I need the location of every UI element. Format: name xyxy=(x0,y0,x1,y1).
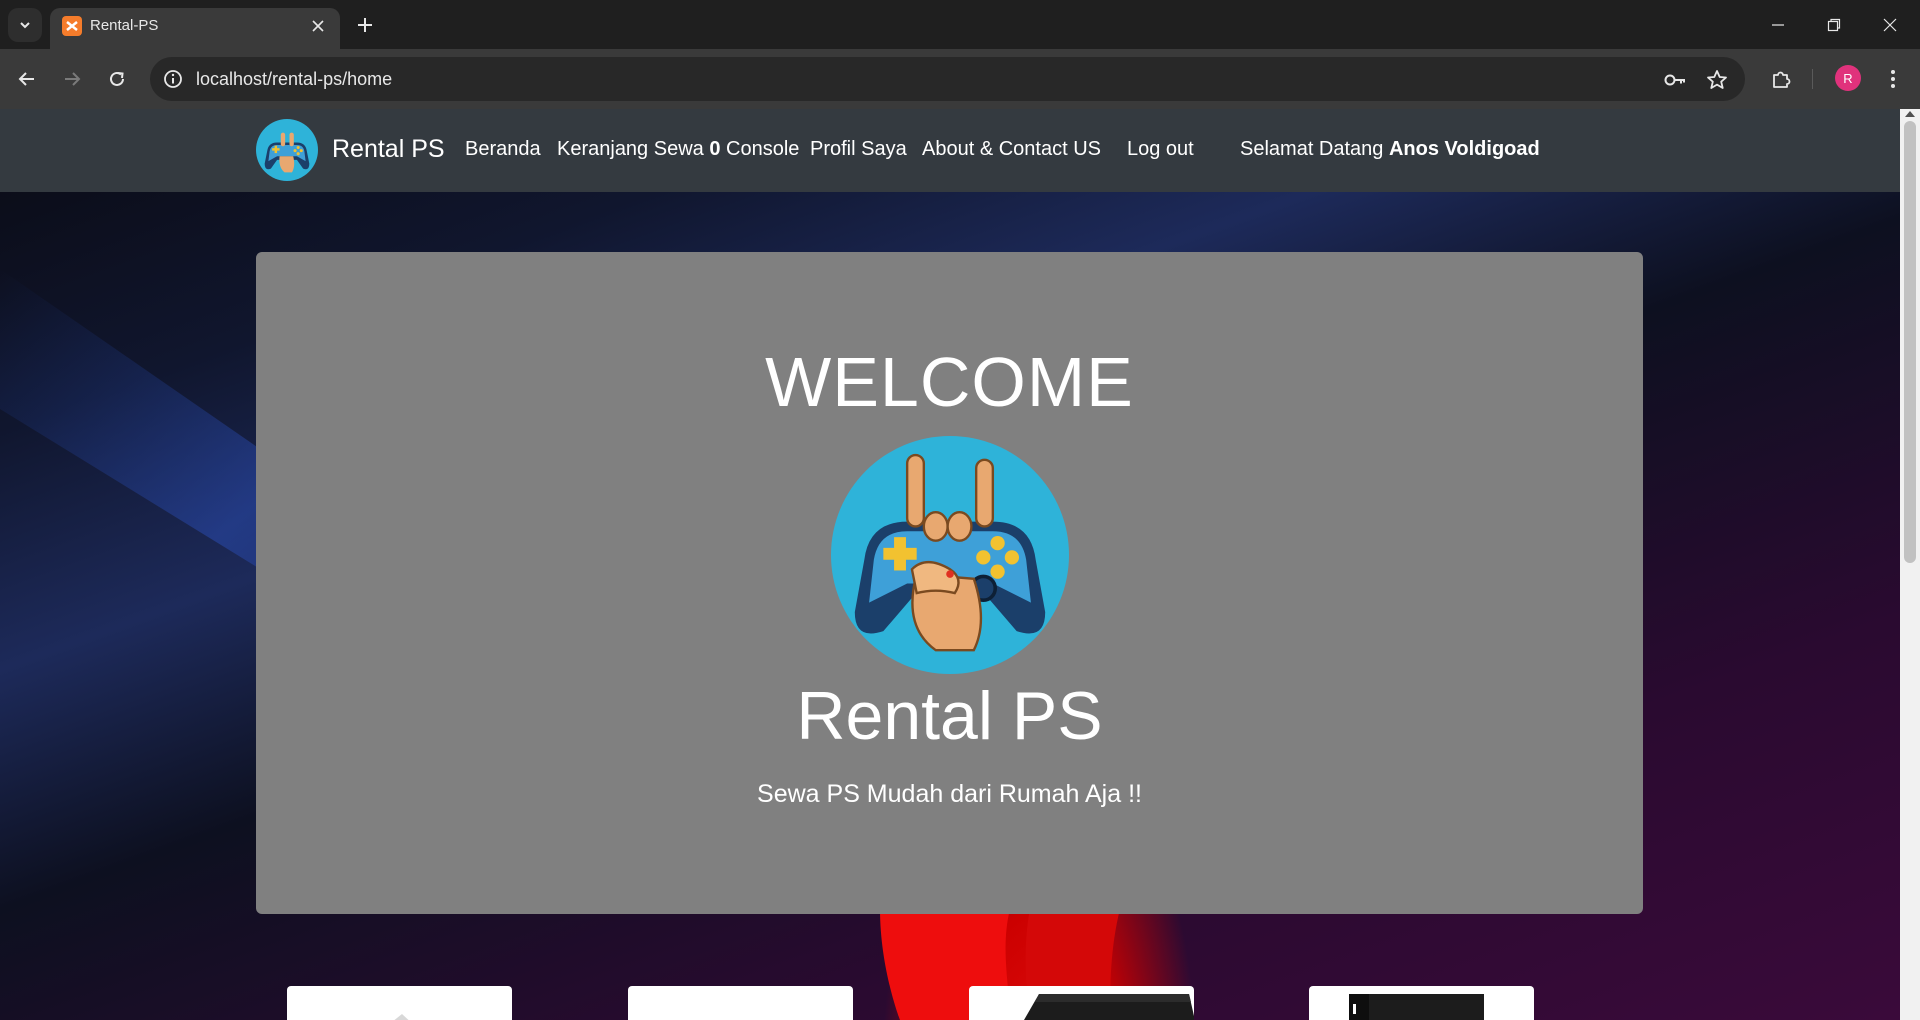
console-image xyxy=(1349,994,1484,1020)
product-card[interactable] xyxy=(969,986,1194,1020)
reload-button[interactable] xyxy=(101,63,133,95)
puzzle-icon xyxy=(1773,71,1791,88)
browser-menu-button[interactable] xyxy=(1877,63,1909,95)
tab-title: Rental-PS xyxy=(90,17,159,34)
star-icon xyxy=(1707,70,1727,89)
arrow-left-icon xyxy=(18,72,34,86)
product-card[interactable] xyxy=(1309,986,1534,1020)
site-navbar: Rental PS Beranda Keranjang Sewa 0 Conso… xyxy=(0,109,1900,192)
address-bar[interactable]: localhost/rental-ps/home xyxy=(150,57,1745,101)
tab-close-button[interactable] xyxy=(308,16,328,36)
brand-name[interactable]: Rental PS xyxy=(332,135,445,164)
cart-unit: Console xyxy=(720,138,800,160)
chevron-down-icon xyxy=(20,22,30,29)
browser-toolbar: localhost/rental-ps/home R xyxy=(0,49,1920,109)
welcome-label: Selamat Datang xyxy=(1240,138,1389,160)
scroll-up-arrow[interactable] xyxy=(1905,111,1915,117)
nav-link-about-contact[interactable]: About & Contact US xyxy=(922,138,1101,161)
browser-tab[interactable]: Rental-PS xyxy=(50,8,340,49)
product-card[interactable] xyxy=(287,986,512,1020)
nav-link-beranda[interactable]: Beranda xyxy=(465,138,541,161)
jumbotron-brand-name: Rental PS xyxy=(796,678,1103,754)
product-card[interactable] xyxy=(628,986,853,1020)
reload-icon xyxy=(110,71,124,86)
toolbar-divider xyxy=(1812,69,1813,89)
page-scrollbar[interactable] xyxy=(1900,109,1920,1020)
console-image xyxy=(1024,994,1194,1020)
profile-avatar[interactable]: R xyxy=(1835,65,1861,91)
rental-ps-logo-icon xyxy=(831,436,1069,674)
nav-link-logout[interactable]: Log out xyxy=(1127,138,1194,161)
info-icon xyxy=(164,70,182,88)
forward-button[interactable] xyxy=(56,63,88,95)
new-tab-button[interactable] xyxy=(352,12,378,38)
browser-tab-bar: Rental-PS xyxy=(0,0,1920,49)
page-viewport: Rental PS Beranda Keranjang Sewa 0 Conso… xyxy=(0,109,1900,1020)
tab-list-button[interactable] xyxy=(8,8,42,42)
kebab-menu-icon xyxy=(1891,70,1895,88)
nav-link-profil[interactable]: Profil Saya xyxy=(810,138,907,161)
restore-icon xyxy=(1827,18,1841,32)
bookmark-button[interactable] xyxy=(1705,68,1729,92)
close-icon xyxy=(1883,18,1897,32)
close-window-button[interactable] xyxy=(1875,10,1905,40)
minimize-icon xyxy=(1772,24,1784,26)
arrow-right-icon xyxy=(65,72,81,86)
minimize-button[interactable] xyxy=(1763,10,1793,40)
scroll-thumb[interactable] xyxy=(1904,121,1916,563)
password-button[interactable] xyxy=(1663,68,1687,92)
close-icon xyxy=(312,20,324,32)
console-image xyxy=(394,1014,409,1020)
jumbotron-tagline: Sewa PS Mudah dari Rumah Aja !! xyxy=(757,780,1142,808)
console-image xyxy=(628,986,853,1020)
user-name: Anos Voldigoad xyxy=(1388,138,1540,160)
brand-logo-icon[interactable] xyxy=(256,119,318,181)
xampp-favicon-icon xyxy=(62,16,82,36)
nav-link-keranjang[interactable]: Keranjang Sewa 0 Console xyxy=(557,138,799,161)
welcome-heading: WELCOME xyxy=(765,343,1134,421)
restore-button[interactable] xyxy=(1819,10,1849,40)
key-icon xyxy=(1664,74,1685,86)
welcome-user-text: Selamat Datang Anos Voldigoad xyxy=(1240,138,1540,161)
site-info-button[interactable] xyxy=(162,68,184,90)
cart-label: Keranjang Sewa xyxy=(557,138,710,160)
welcome-jumbotron: WELCOME Rental PS Sewa PS Mudah dari Rum… xyxy=(256,252,1643,914)
extensions-button[interactable] xyxy=(1765,63,1797,95)
url-text: localhost/rental-ps/home xyxy=(196,69,393,89)
back-button[interactable] xyxy=(11,63,43,95)
plus-icon xyxy=(358,18,372,32)
cart-count: 0 xyxy=(709,138,721,160)
